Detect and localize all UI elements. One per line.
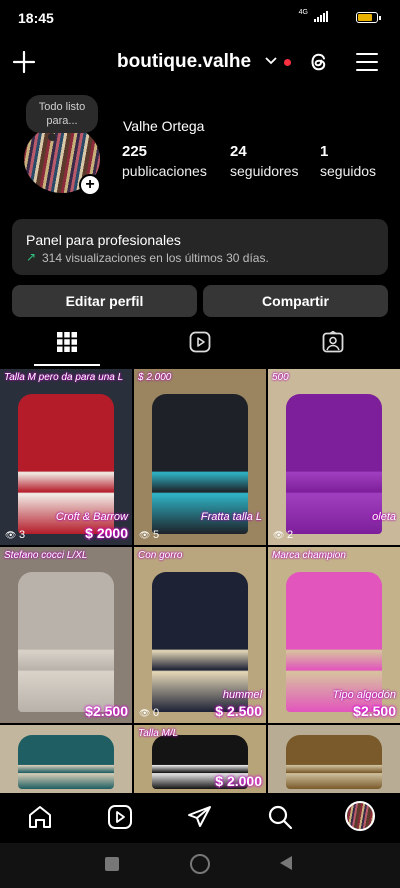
garment-image	[18, 571, 114, 713]
post-price: $ 2.500	[215, 703, 262, 719]
grid-icon[interactable]	[56, 331, 78, 353]
post-side-label: Tipo algodón	[332, 689, 396, 701]
profile-full-name: Valhe Ortega	[123, 118, 205, 134]
home-button[interactable]	[190, 854, 210, 874]
post-thumbnail[interactable]: Stefano cocci L/XL $2.500	[0, 547, 132, 723]
post-thumbnail[interactable]: Talla M/L $ 2.000	[134, 725, 266, 793]
professional-dashboard[interactable]: Panel para profesionales ↗ 314 visualiza…	[12, 219, 388, 275]
network-type: 4G	[298, 9, 308, 16]
status-time: 18:45	[18, 10, 54, 26]
edit-profile-button[interactable]: Editar perfil	[12, 285, 197, 317]
post-price: $2.500	[353, 703, 396, 719]
post-view-count: 5	[152, 529, 160, 541]
post-label: 500	[272, 372, 289, 383]
post-side-label: hummel	[222, 689, 262, 701]
profile-note[interactable]: Todo listo para...	[26, 95, 98, 133]
post-label: Talla M/L	[138, 728, 179, 739]
post-price: $ 2000	[85, 525, 128, 541]
stat-followers-value: 24	[230, 143, 247, 160]
menu-icon[interactable]	[356, 52, 378, 72]
stat-posts-label: publicaciones	[122, 163, 207, 179]
post-price: $ 2.000	[215, 773, 262, 789]
post-thumbnail[interactable]	[268, 725, 400, 793]
post-views: 👁 2	[273, 529, 293, 541]
post-side-label: Croft & Barrow	[55, 511, 128, 523]
send-icon[interactable]	[187, 804, 213, 830]
recents-button[interactable]	[105, 857, 119, 871]
stat-posts[interactable]: 225 publicaciones	[122, 143, 207, 179]
post-side-label: Fratta talla L	[200, 511, 262, 523]
dashboard-title: Panel para profesionales	[26, 232, 181, 248]
profile-tab-avatar[interactable]	[345, 801, 375, 831]
post-view-count: 3	[18, 529, 26, 541]
trend-up-icon: ↗	[26, 250, 37, 264]
post-views: 👁 5	[139, 529, 159, 541]
post-label: $ 2.000	[138, 372, 172, 383]
post-views: 👁 3	[5, 529, 25, 541]
post-views: 👁 0	[139, 707, 159, 719]
note-bubble-tail	[48, 133, 56, 141]
eye-icon: 👁	[139, 708, 153, 718]
notification-dot	[284, 59, 291, 66]
post-thumbnail[interactable]: Talla M pero da para una L Croft & Barrow…	[0, 369, 132, 545]
stat-following-label: seguidos	[320, 163, 377, 179]
status-bar: 18:45 4G	[0, 0, 400, 38]
post-thumbnail[interactable]	[0, 725, 132, 793]
garment-image	[286, 393, 382, 535]
eye-icon: 👁	[139, 530, 153, 540]
dashboard-subtitle: 314 visualizaciones en los últimos 30 dí…	[42, 251, 269, 265]
add-story-icon[interactable]: +	[79, 174, 101, 196]
post-price: $2.500	[85, 703, 128, 719]
reels-icon[interactable]	[107, 804, 133, 830]
eye-icon: 👁	[5, 530, 19, 540]
tagged-icon[interactable]	[322, 331, 344, 353]
chevron-down-icon[interactable]	[265, 56, 277, 66]
post-label: Stefano cocci L/XL	[4, 550, 88, 561]
post-thumbnail[interactable]: Con gorro hummel $ 2.500 👁 0	[134, 547, 266, 723]
post-thumbnail[interactable]: Marca champion Tipo algodón $2.500	[268, 547, 400, 723]
home-icon[interactable]	[27, 804, 53, 830]
threads-icon[interactable]	[307, 50, 331, 74]
stat-posts-value: 225	[122, 143, 148, 160]
stat-following[interactable]: 1 seguidos	[320, 143, 376, 179]
stat-followers-label: seguidores	[230, 163, 299, 179]
garment-image	[286, 734, 382, 789]
share-profile-button[interactable]: Compartir	[203, 285, 388, 317]
post-side-label: oleta	[372, 511, 396, 523]
search-icon[interactable]	[267, 804, 293, 830]
active-tab-indicator	[34, 364, 100, 366]
signal-icon	[314, 11, 328, 22]
post-view-count: 0	[152, 707, 160, 719]
reels-tab-icon[interactable]	[189, 331, 211, 353]
post-label: Marca champion	[272, 550, 346, 561]
post-thumbnail[interactable]: 500 oleta 👁 2	[268, 369, 400, 545]
post-label: Talla M pero da para una L	[4, 372, 124, 383]
eye-icon: 👁	[273, 530, 287, 540]
battery-icon	[356, 12, 381, 23]
account-username[interactable]: boutique.valhe	[117, 51, 251, 73]
stat-followers[interactable]: 24 seguidores	[230, 143, 299, 179]
post-label: Con gorro	[138, 550, 183, 561]
back-button[interactable]	[279, 855, 293, 871]
post-view-count: 2	[286, 529, 294, 541]
create-post-icon[interactable]	[12, 50, 36, 74]
stat-following-value: 1	[320, 143, 329, 160]
post-thumbnail[interactable]: $ 2.000 Fratta talla L 👁 5	[134, 369, 266, 545]
garment-image	[18, 734, 114, 789]
